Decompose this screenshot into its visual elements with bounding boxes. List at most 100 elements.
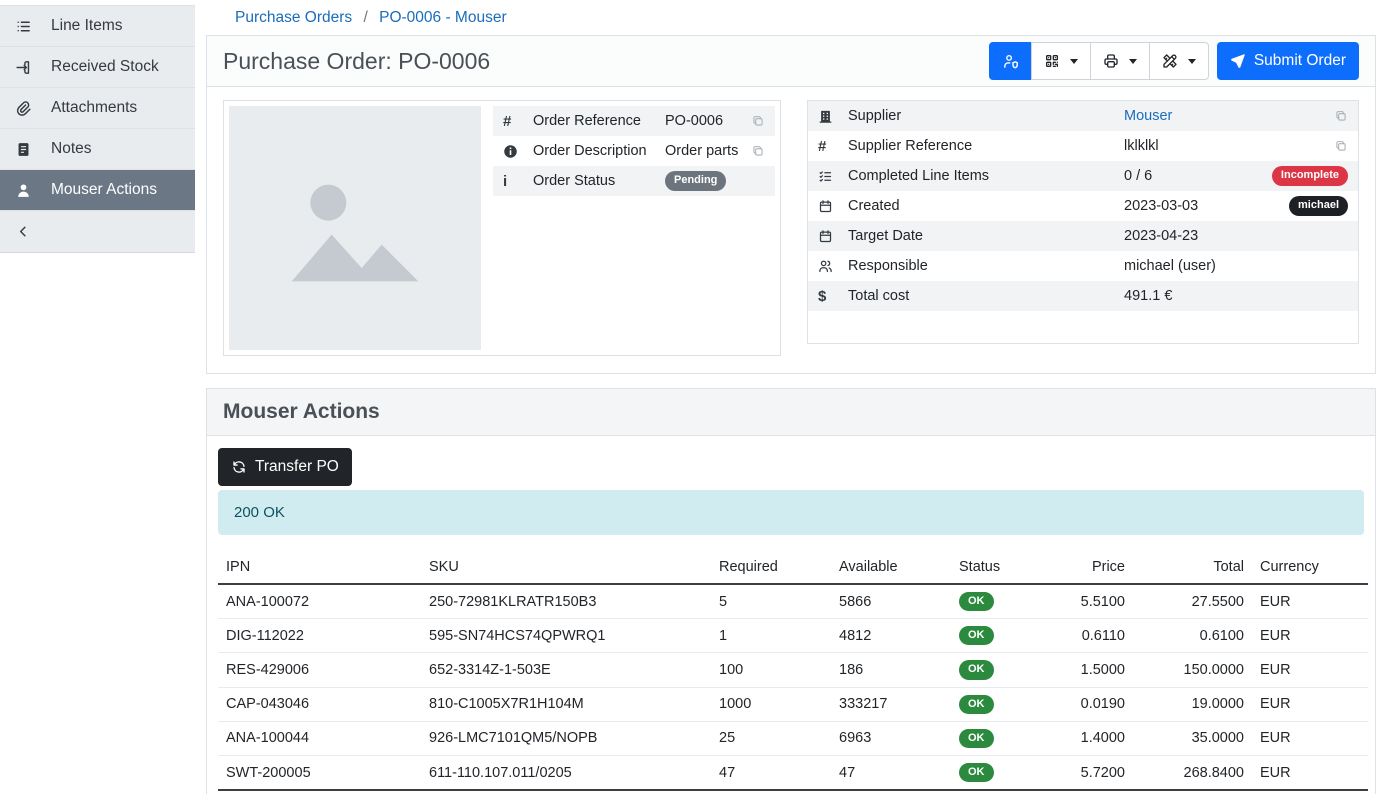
sidebar-collapse-button[interactable] — [0, 211, 195, 252]
order-permissions-button[interactable] — [989, 42, 1032, 80]
purchase-order-panel: Purchase Order: PO-0006 — [206, 35, 1376, 374]
table-row: DIG-112022 595-SN74HCS74QPWRQ1 1 4812 OK… — [218, 619, 1368, 653]
detail-label: Order Description — [533, 143, 665, 159]
ipn-cell: ANA-100072 — [218, 584, 421, 619]
sidebar-item-attachments[interactable]: Attachments — [0, 88, 195, 129]
main-content: Purchase Orders / PO-0006 - Mouser Purch… — [195, 0, 1383, 794]
copy-icon[interactable] — [751, 114, 765, 128]
sidebar-item-line-items[interactable]: Line Items — [0, 6, 195, 47]
detail-value: PO-0006 — [665, 113, 743, 129]
required-cell: 47 — [711, 755, 831, 790]
status-cell: OK — [951, 619, 1051, 653]
currency-cell: EUR — [1252, 687, 1368, 721]
mouser-actions-title: Mouser Actions — [223, 400, 1359, 424]
available-cell: 6963 — [831, 721, 951, 755]
ipn-cell: CAP-043046 — [218, 687, 421, 721]
user-icon — [14, 182, 32, 199]
sku-cell: 810-C1005X7R1H104M — [421, 687, 711, 721]
image-icon — [275, 158, 435, 298]
order-details-table: # Order Reference PO-0006 Order Descri — [493, 106, 775, 350]
sign-in-icon — [14, 59, 32, 76]
price-cell: 0.6110 — [1051, 619, 1133, 653]
barcode-actions-button[interactable] — [1031, 42, 1091, 80]
status-badge: OK — [959, 763, 994, 782]
target-date-row: Target Date 2023-04-23 — [808, 221, 1358, 251]
breadcrumb-separator: / — [363, 9, 367, 26]
transfer-po-button[interactable]: Transfer PO — [218, 448, 352, 486]
detail-value: 2023-04-23 — [1124, 228, 1348, 244]
table-row: CAP-043046 810-C1005X7R1H104M 1000 33321… — [218, 687, 1368, 721]
total-cell: 27.5500 — [1133, 584, 1252, 619]
required-cell: 5 — [711, 584, 831, 619]
detail-label: Created — [848, 198, 1124, 214]
status-cell: OK — [951, 653, 1051, 687]
sku-cell: 250-72981KLRATR150B3 — [421, 584, 711, 619]
created-row: Created 2023-03-03 michael — [808, 191, 1358, 221]
breadcrumb-link-current-order[interactable]: PO-0006 - Mouser — [379, 9, 507, 26]
required-cell: 1000 — [711, 687, 831, 721]
price-cell: 5.5100 — [1051, 584, 1133, 619]
detail-value: Pending — [665, 171, 765, 190]
order-image-placeholder[interactable] — [229, 106, 481, 350]
purchase-order-header: Purchase Order: PO-0006 — [207, 36, 1375, 87]
status-badge: OK — [959, 695, 994, 714]
mouser-actions-panel: Mouser Actions Transfer PO 200 OK — [206, 388, 1376, 794]
print-actions-button[interactable] — [1090, 42, 1150, 80]
sidebar-item-notes[interactable]: Notes — [0, 129, 195, 170]
sidebar-item-received-stock[interactable]: Received Stock — [0, 47, 195, 88]
available-cell: 186 — [831, 653, 951, 687]
mouser-actions-header: Mouser Actions — [207, 389, 1375, 436]
available-cell: 333217 — [831, 687, 951, 721]
sku-cell: 926-LMC7101QM5/NOPB — [421, 721, 711, 755]
col-sku: SKU — [421, 553, 711, 584]
status-badge: OK — [959, 729, 994, 748]
ipn-cell: SWT-200005 — [218, 755, 421, 790]
required-cell: 1 — [711, 619, 831, 653]
printer-icon — [1103, 53, 1119, 69]
currency-cell: EUR — [1252, 584, 1368, 619]
sku-cell: 652-3314Z-1-503E — [421, 653, 711, 687]
incomplete-badge: Incomplete — [1272, 166, 1348, 185]
copy-icon[interactable] — [1334, 139, 1348, 153]
ipn-cell: DIG-112022 — [218, 619, 421, 653]
user-shield-icon — [1002, 53, 1019, 70]
detail-value: 491.1 € — [1124, 288, 1348, 304]
price-cell: 1.5000 — [1051, 653, 1133, 687]
price-cell: 0.0190 — [1051, 687, 1133, 721]
total-cell: 150.0000 — [1133, 653, 1252, 687]
info-icon: i — [503, 173, 523, 190]
breadcrumb-link-purchase-orders[interactable]: Purchase Orders — [235, 9, 352, 26]
sku-cell: 595-SN74HCS74QPWRQ1 — [421, 619, 711, 653]
order-toolbar — [989, 42, 1209, 80]
order-actions-button[interactable] — [1149, 42, 1209, 80]
supplier-link[interactable]: Mouser — [1124, 108, 1172, 124]
breadcrumb: Purchase Orders / PO-0006 - Mouser — [195, 0, 1383, 35]
col-available: Available — [831, 553, 951, 584]
table-row: RES-429006 652-3314Z-1-503E 100 186 OK 1… — [218, 653, 1368, 687]
copy-icon[interactable] — [1334, 109, 1348, 123]
sku-cell: 611-110.107.011/0205 — [421, 755, 711, 790]
sidebar-item-label: Mouser Actions — [51, 181, 157, 199]
total-cell: 19.0000 — [1133, 687, 1252, 721]
mouser-actions-body: Transfer PO 200 OK IPN SKU Required Avai… — [207, 436, 1375, 794]
total-cell: 35.0000 — [1133, 721, 1252, 755]
detail-value: lklklkl — [1124, 138, 1326, 154]
currency-cell: EUR — [1252, 721, 1368, 755]
sidebar-item-mouser-actions[interactable]: Mouser Actions — [0, 170, 195, 211]
sidebar-item-label: Attachments — [51, 99, 137, 117]
sidebar-item-label: Received Stock — [51, 58, 159, 76]
table-row: ANA-100072 250-72981KLRATR150B3 5 5866 O… — [218, 584, 1368, 619]
transfer-po-label: Transfer PO — [255, 459, 339, 475]
caret-down-icon — [1129, 59, 1137, 64]
responsible-row: Responsible michael (user) — [808, 251, 1358, 281]
submit-order-button[interactable]: Submit Order — [1217, 42, 1359, 80]
required-cell: 100 — [711, 653, 831, 687]
supplier-details-table: Supplier Mouser # Supplier Reference lk — [808, 101, 1358, 311]
copy-icon[interactable] — [751, 144, 765, 158]
available-cell: 47 — [831, 755, 951, 790]
required-cell: 25 — [711, 721, 831, 755]
status-cell: OK — [951, 721, 1051, 755]
caret-down-icon — [1188, 59, 1196, 64]
order-description-row: Order Description Order parts — [493, 136, 775, 166]
completed-line-items-row: Completed Line Items 0 / 6 Incomplete — [808, 161, 1358, 191]
